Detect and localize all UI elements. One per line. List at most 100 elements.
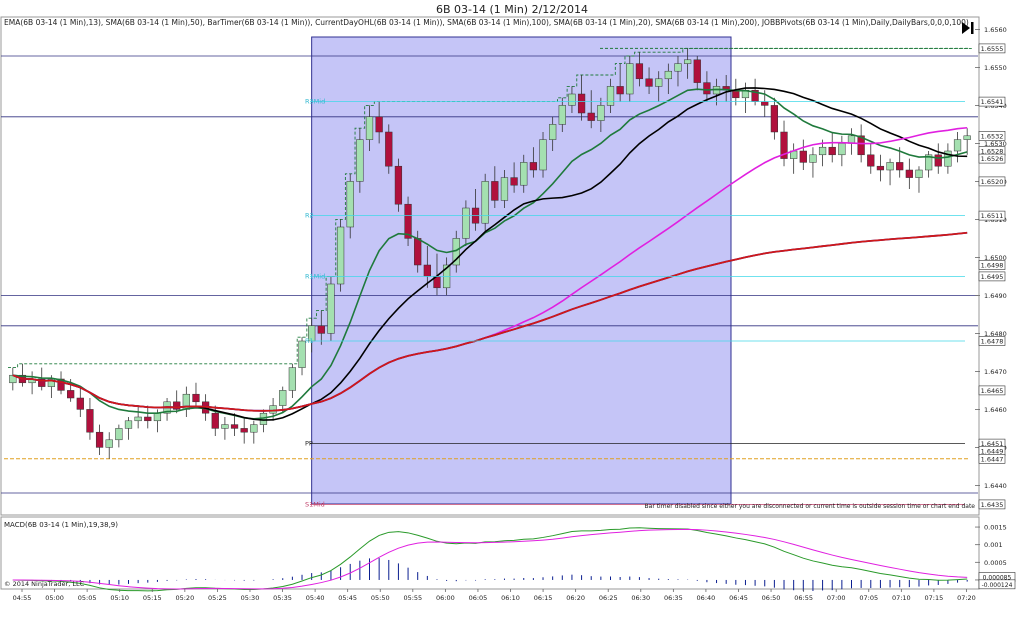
candle-up-body — [356, 139, 364, 182]
candle-up-body — [105, 439, 113, 448]
candle — [115, 424, 123, 448]
candle-down-body — [510, 177, 518, 186]
indicators-label: EMA(6B 03-14 (1 Min),13), SMA(6B 03-14 (… — [4, 18, 969, 27]
candle-up-body — [115, 428, 123, 441]
candle — [336, 219, 345, 292]
macd-line — [12, 527, 968, 592]
candle-down-body — [577, 93, 586, 114]
copyright-label: © 2014 NinjaTrader, LLC — [4, 580, 85, 588]
x-tick-label: 07:05 — [859, 594, 878, 602]
candle-up-body — [124, 420, 133, 429]
x-tick-label: 04:55 — [13, 594, 32, 602]
candle — [809, 147, 817, 178]
candle-down-body — [934, 154, 942, 167]
y-tick-label: 1.6460 — [984, 406, 1007, 414]
candle — [741, 82, 750, 113]
candle — [134, 405, 142, 429]
candle-down-body — [703, 82, 711, 95]
candle-up-body — [953, 139, 962, 152]
candle — [404, 196, 412, 246]
candle-up-body — [809, 154, 817, 163]
price-label: 1.6495 — [978, 271, 1006, 282]
x-tick-label: 07:10 — [892, 594, 911, 602]
candle — [944, 143, 952, 174]
candle-down-body — [645, 78, 653, 87]
candle-up-body — [626, 63, 634, 95]
candle — [828, 132, 836, 163]
x-tick-label: 05:15 — [143, 594, 162, 602]
x-tick-label: 05:45 — [338, 594, 357, 602]
price-label-text: 1.6555 — [981, 45, 1004, 53]
candle — [799, 139, 807, 170]
price-label-text: 1.6447 — [981, 455, 1004, 463]
y-tick-label: 1.6560 — [984, 26, 1007, 34]
price-label: 1.6520 — [978, 176, 1006, 187]
candle-down-body — [317, 325, 325, 334]
candle — [28, 371, 36, 395]
x-tick-label: 06:35 — [664, 594, 683, 602]
highlight-region — [311, 36, 732, 505]
candle — [240, 417, 248, 444]
pivot-label: R2 — [305, 212, 314, 220]
candle — [288, 363, 297, 398]
candle — [867, 143, 875, 174]
y-tick-label: 1.6550 — [984, 64, 1007, 72]
price-label-text: 1.6435 — [981, 501, 1004, 509]
candle-up-body — [250, 424, 258, 433]
price-label: 1.6541 — [978, 96, 1006, 107]
macd-panel-frame — [0, 516, 980, 590]
x-tick-label: 07:00 — [827, 594, 846, 602]
macd-label: MACD(6B 03-14 (1 Min),19,38,9) — [4, 521, 118, 529]
price-label-text: 1.6498 — [981, 262, 1004, 270]
candle — [481, 173, 489, 231]
macd-signal-line — [12, 528, 968, 590]
pivot-label: R3Mid — [305, 98, 325, 106]
candle-up-body — [838, 143, 846, 156]
x-tick-label: 06:15 — [534, 594, 553, 602]
candle-up-body — [462, 207, 470, 239]
y-tick-label: 1.6440 — [984, 482, 1007, 490]
candle-down-body — [423, 264, 431, 277]
candle — [394, 158, 403, 212]
pivot-label: PP — [305, 440, 313, 448]
candle — [385, 124, 393, 174]
candle-down-body — [144, 416, 152, 422]
candle — [86, 398, 94, 440]
candle-up-body — [915, 169, 923, 178]
candle — [876, 154, 885, 182]
candle — [124, 417, 133, 440]
x-tick-label: 06:55 — [794, 594, 813, 602]
candle — [76, 386, 84, 417]
x-tick-label: 05:20 — [175, 594, 194, 602]
candle — [173, 390, 181, 414]
x-tick-label: 06:50 — [762, 594, 781, 602]
candle-down-body — [491, 181, 499, 201]
candle-up-body — [134, 416, 142, 422]
macd-y-tick-label: 0.0015 — [984, 524, 1007, 532]
x-tick-label: 05:40 — [306, 594, 325, 602]
chart-canvas: 6B 03-14 (1 Min) 2/12/2014 EMA(6B 03-14 … — [0, 3, 1016, 602]
candle-down-body — [414, 238, 422, 266]
candle-up-body — [963, 135, 971, 140]
candle-down-body — [375, 116, 383, 133]
candle-up-body — [597, 105, 605, 121]
pivot-label: S1Mid — [305, 500, 325, 508]
candle — [963, 128, 971, 155]
price-label-text: 1.6532 — [981, 132, 1004, 140]
candle-down-body — [828, 146, 836, 156]
candle — [953, 132, 962, 163]
price-label-text: 1.6478 — [981, 338, 1004, 346]
price-label-text: 1.6520 — [981, 178, 1004, 186]
candle-down-body — [192, 393, 200, 403]
x-tick-label: 05:35 — [273, 594, 292, 602]
candle — [924, 151, 933, 178]
candle-down-body — [230, 424, 239, 429]
x-tick-label: 06:05 — [469, 594, 488, 602]
macd-y-tick-label: 0.0005 — [984, 559, 1007, 567]
price-label: 1.6532 — [978, 131, 1006, 141]
x-tick-label: 06:40 — [697, 594, 716, 602]
x-tick-label: 05:25 — [208, 594, 227, 602]
candle-up-body — [558, 105, 566, 125]
price-label: 1.6478 — [978, 336, 1006, 346]
candle-down-body — [896, 162, 904, 171]
